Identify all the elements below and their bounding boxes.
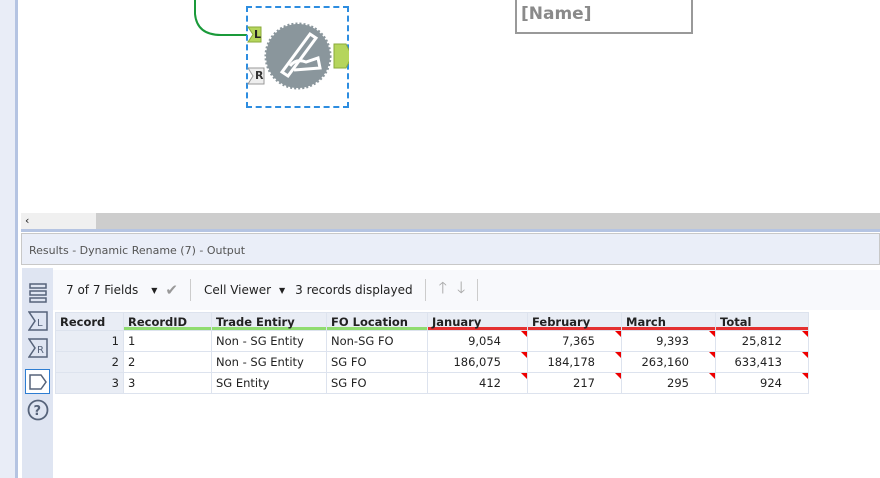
column-header-total[interactable]: Total — [716, 313, 808, 330]
divider — [424, 279, 426, 301]
svg-text:R: R — [37, 345, 44, 356]
column-header-record[interactable]: Record — [56, 313, 123, 330]
column-header-fo-location[interactable]: FO Location — [327, 313, 427, 330]
workflow-canvas[interactable] — [21, 0, 880, 213]
arrow-down-icon[interactable]: 🡓 — [457, 277, 465, 304]
records-count: 3 records displayed — [295, 283, 413, 297]
cell[interactable]: 633,413 — [716, 352, 808, 372]
chevron-down-icon[interactable]: ▼ — [151, 286, 157, 295]
column-header-january[interactable]: January — [428, 313, 527, 330]
divider — [477, 279, 479, 301]
cell[interactable]: 25,812 — [716, 331, 808, 351]
cell[interactable]: SG Entity — [212, 373, 326, 393]
divider — [189, 279, 191, 301]
column-header-march[interactable]: March — [622, 313, 715, 330]
column-header-trade-entity[interactable]: Trade Entiry — [212, 313, 326, 330]
cell[interactable]: 3 — [124, 373, 211, 393]
cell[interactable]: 9,393 — [622, 331, 715, 351]
record-number[interactable]: 3 — [56, 373, 123, 393]
results-toolbar: 7 of 7 Fields ▼ ✔ Cell Viewer ▼ 3 record… — [53, 270, 880, 310]
cell[interactable]: 7,365 — [528, 331, 621, 351]
left-input-icon[interactable]: L — [25, 308, 50, 333]
right-input-icon[interactable]: R — [25, 335, 50, 360]
cell[interactable]: 217 — [528, 373, 621, 393]
checkmark-icon[interactable]: ✔ — [165, 281, 178, 299]
results-title: Results - Dynamic Rename (7) - Output — [21, 233, 880, 265]
cell[interactable]: 9,054 — [428, 331, 527, 351]
cell[interactable]: 263,160 — [622, 352, 715, 372]
cell[interactable]: 1 — [124, 331, 211, 351]
svg-text:?: ? — [33, 404, 41, 419]
list-view-icon[interactable] — [25, 280, 50, 305]
chevron-down-icon[interactable]: ▼ — [279, 286, 285, 295]
horizontal-scrollbar[interactable]: ‹ — [21, 213, 880, 229]
output-anchor-icon[interactable] — [25, 369, 50, 394]
record-number[interactable]: 2 — [56, 352, 123, 372]
dynamic-rename-tool[interactable]: L R — [246, 6, 349, 108]
connection-line — [194, 0, 247, 36]
cell[interactable]: 186,075 — [428, 352, 527, 372]
left-input-anchor[interactable]: L — [254, 28, 261, 41]
column-header-recordid[interactable]: RecordID — [124, 313, 211, 330]
right-input-anchor[interactable]: R — [255, 69, 263, 82]
arrow-up-icon[interactable]: 🡑 — [439, 277, 447, 304]
cell[interactable]: Non-SG FO — [327, 331, 427, 351]
cell[interactable]: Non - SG Entity — [212, 352, 326, 372]
panel-divider[interactable] — [21, 229, 880, 232]
cell-viewer-dropdown[interactable]: Cell Viewer — [204, 283, 271, 297]
scroll-left-icon[interactable]: ‹ — [21, 213, 96, 229]
help-icon[interactable]: ? — [25, 397, 50, 422]
results-side-toolbar: L R ? — [22, 268, 53, 478]
left-panel-strip — [0, 0, 18, 478]
fields-dropdown[interactable]: 7 of 7 Fields — [66, 283, 138, 297]
cell[interactable]: SG FO — [327, 352, 427, 372]
cell[interactable]: SG FO — [327, 373, 427, 393]
cell[interactable]: 2 — [124, 352, 211, 372]
table-row: 1 1 Non - SG Entity Non-SG FO 9,054 7,36… — [56, 331, 808, 351]
cell[interactable]: 184,178 — [528, 352, 621, 372]
table-header-row: Record RecordID Trade Entiry FO Location… — [56, 313, 808, 330]
name-text-box[interactable]: [Name] — [515, 0, 693, 34]
cell[interactable]: 295 — [622, 373, 715, 393]
cell[interactable]: 412 — [428, 373, 527, 393]
table-row: 3 3 SG Entity SG FO 412 217 295 924 — [56, 373, 808, 393]
table-row: 2 2 Non - SG Entity SG FO 186,075 184,17… — [56, 352, 808, 372]
results-table: Record RecordID Trade Entiry FO Location… — [55, 312, 809, 394]
svg-text:L: L — [37, 318, 43, 329]
record-number[interactable]: 1 — [56, 331, 123, 351]
column-header-february[interactable]: February — [528, 313, 621, 330]
cell[interactable]: 924 — [716, 373, 808, 393]
cell[interactable]: Non - SG Entity — [212, 331, 326, 351]
